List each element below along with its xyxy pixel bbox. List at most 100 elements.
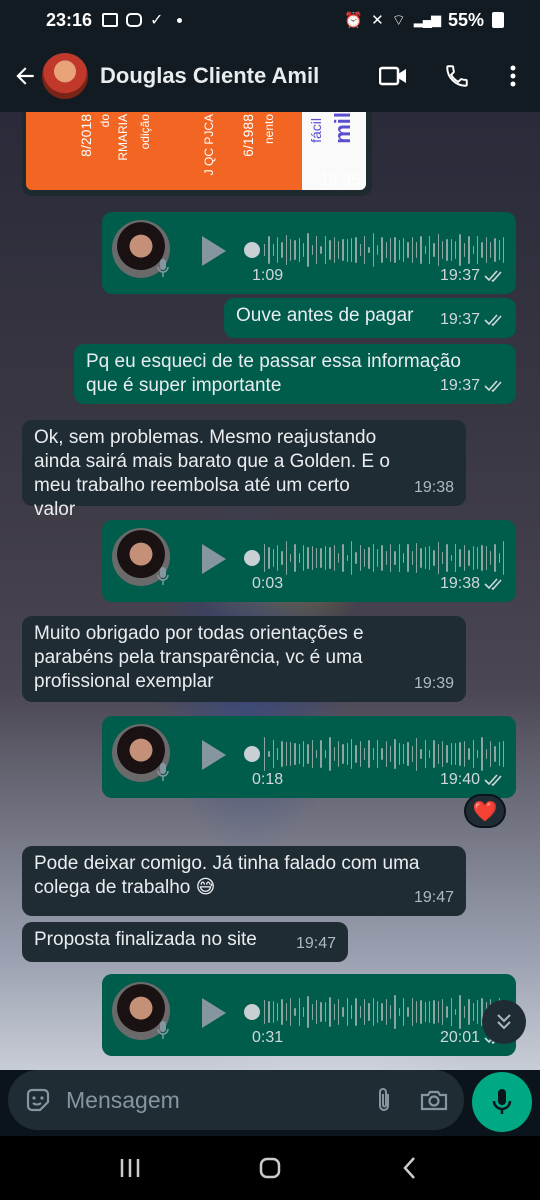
home-button[interactable]: [250, 1148, 290, 1188]
scroll-down-button[interactable]: [482, 1000, 526, 1044]
heart-reaction[interactable]: ❤️: [464, 794, 506, 828]
waveform-bar: [389, 1005, 392, 1019]
waveform-bar: [385, 551, 387, 565]
waveform-bar: [277, 1003, 279, 1021]
play-icon[interactable]: [202, 740, 226, 770]
waveform-bar: [337, 240, 340, 260]
more-options-button[interactable]: [498, 61, 528, 91]
message-meta: 19:40: [440, 768, 504, 792]
waveform-bar: [303, 242, 305, 258]
waveform-bar: [342, 1006, 344, 1018]
seek-knob[interactable]: [244, 746, 260, 762]
image-card-left: odição RMARIA do 8/2018 J QC PJCA nento …: [26, 112, 302, 190]
waveform[interactable]: [264, 540, 505, 576]
waveform-bar: [463, 1005, 466, 1018]
waveform-bar: [324, 236, 327, 264]
waveform-bar: [285, 742, 288, 766]
mute-icon: ✕: [371, 12, 384, 29]
waveform-bar: [285, 1002, 288, 1022]
waveform-bar: [363, 549, 366, 567]
battery-text: 55%: [447, 9, 484, 30]
seek-knob[interactable]: [244, 550, 260, 566]
waveform-bar: [459, 995, 461, 1029]
recent-apps-button[interactable]: [110, 1148, 150, 1188]
waveform-bar: [407, 741, 409, 767]
waveform-bar: [368, 1003, 370, 1021]
play-icon[interactable]: [202, 544, 226, 574]
incoming-message[interactable]: Pode deixar comigo. Já tinha falado com …: [22, 846, 466, 916]
waveform-bar: [346, 554, 348, 562]
image-message[interactable]: odição RMARIA do 8/2018 J QC PJCA nento …: [22, 112, 372, 196]
message-meta: 19:37: [440, 374, 504, 398]
read-ticks-icon: [484, 578, 502, 590]
waveform-bar: [424, 246, 427, 254]
waveform-bar: [298, 998, 301, 1026]
waveform-bar: [307, 995, 309, 1029]
incoming-message[interactable]: Ok, sem problemas. Mesmo reajustando ain…: [22, 420, 466, 520]
outgoing-message[interactable]: Pq eu esqueci de te passar essa informaç…: [74, 344, 516, 404]
nav-back-button[interactable]: [390, 1148, 430, 1188]
status-time: 23:16: [46, 9, 93, 30]
record-voice-button[interactable]: [472, 1072, 532, 1132]
voice-message[interactable]: 1:09 19:37: [102, 212, 516, 294]
waveform-bar: [272, 1000, 275, 1024]
waveform-bar: [394, 236, 396, 264]
waveform-bar: [389, 544, 392, 572]
waveform-bar: [468, 747, 470, 761]
camera-button[interactable]: [420, 1086, 448, 1114]
voice-message[interactable]: 0:18 19:40: [102, 716, 516, 798]
waveform-bar: [437, 541, 440, 575]
message-input[interactable]: Mensagem: [8, 1070, 464, 1130]
composer-bar: Mensagem: [0, 1070, 540, 1136]
waveform-bar: [429, 546, 431, 570]
message-placeholder[interactable]: Mensagem: [66, 1087, 348, 1114]
waveform-bar: [429, 236, 431, 264]
message-text: Ouve antes de pagar: [236, 305, 414, 326]
waveform[interactable]: [264, 232, 505, 268]
video-call-button[interactable]: [378, 61, 408, 91]
seek-knob[interactable]: [244, 1004, 260, 1020]
waveform-bar: [411, 550, 414, 566]
waveform-bar: [359, 1005, 361, 1019]
back-arrow-icon[interactable]: [12, 63, 38, 89]
waveform-bar: [416, 241, 418, 259]
waveform-bar: [285, 235, 288, 265]
waveform-bar: [381, 748, 383, 760]
card-brand: mil: [330, 112, 355, 144]
mic-badge-icon: [157, 259, 169, 277]
waveform-bar: [403, 998, 405, 1026]
waveform-bar: [355, 551, 357, 565]
message-time: 19:39: [413, 675, 454, 692]
contact-avatar[interactable]: [42, 53, 88, 99]
incoming-message[interactable]: Proposta finalizada no site 19:47: [22, 922, 348, 962]
waveform-bar: [342, 744, 344, 764]
waveform-bar: [442, 552, 444, 564]
waveform-bar: [407, 544, 409, 572]
waveform[interactable]: [264, 994, 505, 1030]
camera-icon: [420, 1090, 448, 1111]
waveform-bar: [350, 739, 353, 769]
waveform-bar: [476, 236, 479, 264]
waveform-bar: [324, 749, 327, 759]
waveform-bar: [298, 744, 301, 764]
waveform-bar: [437, 234, 440, 266]
sticker-icon[interactable]: [24, 1086, 52, 1114]
waveform[interactable]: [264, 736, 505, 772]
waveform-bar: [394, 739, 396, 769]
voice-message[interactable]: 0:03 19:38: [102, 520, 516, 602]
waveform-bar: [264, 999, 266, 1025]
contact-name[interactable]: Douglas Cliente Amil: [100, 63, 344, 89]
seek-knob[interactable]: [244, 242, 260, 258]
attach-button[interactable]: [370, 1086, 398, 1114]
play-icon[interactable]: [202, 236, 226, 266]
waveform-bar: [394, 550, 396, 566]
play-icon[interactable]: [202, 998, 226, 1028]
outgoing-message[interactable]: Ouve antes de pagar 19:37: [224, 298, 516, 338]
voice-call-button[interactable]: [442, 61, 472, 91]
chat-area[interactable]: odição RMARIA do 8/2018 J QC PJCA nento …: [0, 112, 540, 1070]
waveform-bar: [450, 742, 453, 766]
voice-message[interactable]: 0:31 20:01: [102, 974, 516, 1056]
waveform-bar: [398, 239, 400, 261]
incoming-message[interactable]: Muito obrigado por todas orientações e p…: [22, 616, 466, 702]
gallery-icon: [102, 13, 119, 27]
